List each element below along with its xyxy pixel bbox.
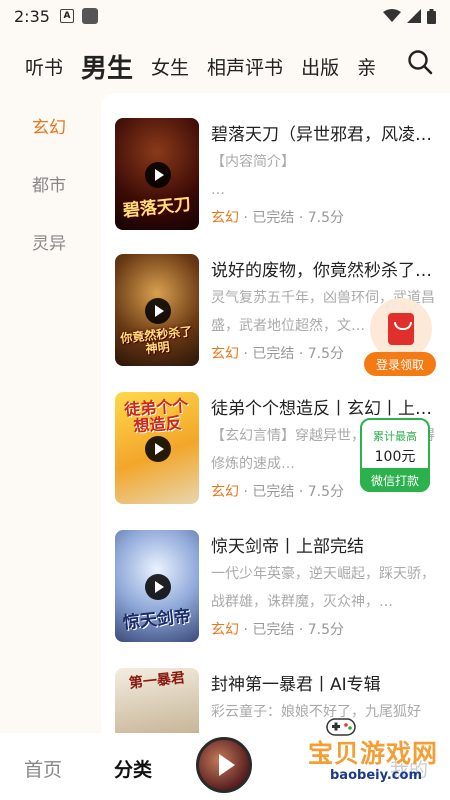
play-icon[interactable] [145, 162, 171, 188]
book-meta: 玄幻 · 已完结 · 7.5分 [211, 346, 344, 362]
play-icon[interactable] [145, 298, 171, 324]
book-category: 玄幻 [211, 210, 239, 226]
wechat-payout-badge[interactable]: 累计最高 100元 微信打款 [360, 418, 430, 492]
book-list[interactable]: 碧落天刀 碧落天刀（异世邪君，风凌… 【内容简介】 … 玄幻 · 已完结 · 7… [101, 93, 450, 733]
book-description: 【内容简介】 … [211, 154, 295, 198]
now-playing-button[interactable] [196, 737, 252, 793]
book-meta: 玄幻 · 已完结 · 7.5分 [211, 484, 344, 500]
book-cover[interactable]: 你竟然秒杀了神明 [115, 254, 199, 366]
status-bar: 2:35 A [0, 0, 450, 32]
category-sidebar: 玄幻 都市 灵异 [0, 96, 100, 270]
book-title: 说好的废物，你竟然秒杀了… [211, 261, 432, 281]
book-title: 碧落天刀（异世邪君，风凌… [211, 125, 432, 145]
tab-qin[interactable]: 亲 [357, 53, 376, 80]
book-cover[interactable]: 惊天剑帝 [115, 530, 199, 642]
book-category: 玄幻 [211, 346, 239, 362]
play-icon[interactable] [145, 574, 171, 600]
book-description: 彩云童子：娘娘不好了，九尾狐好 [211, 704, 421, 720]
watermark: 宝贝游戏网 baobeiy.com [296, 718, 450, 794]
book-score: 7.5分 [307, 622, 344, 638]
book-score: 7.5分 [307, 346, 344, 362]
battery-icon [427, 8, 436, 24]
book-cover[interactable]: 碧落天刀 [115, 118, 199, 230]
book-status: 已完结 [252, 484, 295, 500]
book-status: 已完结 [252, 622, 295, 638]
search-button[interactable] [404, 46, 436, 78]
book-cover[interactable]: 徒弟个个想造反 [115, 392, 199, 504]
login-reward-badge[interactable]: 登录领取 [364, 298, 436, 378]
wechat-payout-caption: 累计最高 [373, 430, 417, 443]
sidebar-item-xuanhuan[interactable]: 玄幻 [0, 96, 100, 154]
tab-chuban[interactable]: 出版 [301, 53, 339, 80]
play-icon[interactable] [145, 436, 171, 462]
wifi-icon [383, 9, 401, 22]
book-category: 玄幻 [211, 484, 239, 500]
list-item[interactable]: 第一暴君 封神第一暴君丨AI专辑 彩云童子：娘娘不好了，九尾狐好 [115, 668, 450, 733]
notification-a-icon: A [59, 9, 74, 23]
red-envelope-icon [370, 298, 432, 360]
signal-icon [407, 9, 421, 23]
wechat-payout-button: 微信打款 [360, 468, 430, 492]
tab-tingshu[interactable]: 听书 [25, 53, 63, 80]
tab-nvsheng[interactable]: 女生 [151, 53, 189, 80]
nav-category[interactable]: 分类 [114, 755, 152, 782]
notification-app-icon [81, 8, 98, 24]
list-item[interactable]: 碧落天刀 碧落天刀（异世邪君，风凌… 【内容简介】 … 玄幻 · 已完结 · 7… [115, 118, 450, 230]
book-title: 徒弟个个想造反丨玄幻丨上… [211, 399, 432, 419]
nav-home[interactable]: 首页 [24, 755, 62, 782]
list-item[interactable]: 惊天剑帝 惊天剑帝丨上部完结 一代少年英豪，逆天崛起，踩天骄，战群雄，诛群魔，灭… [115, 530, 450, 642]
sidebar-item-lingyi[interactable]: 灵异 [0, 212, 100, 270]
status-time: 2:35 [14, 6, 50, 26]
book-score: 7.5分 [307, 210, 344, 226]
book-status: 已完结 [252, 210, 295, 226]
wechat-payout-amount: 100元 [374, 449, 416, 465]
login-reward-label: 登录领取 [364, 352, 436, 376]
watermark-text: 宝贝游戏网 [308, 739, 439, 768]
book-title: 惊天剑帝丨上部完结 [211, 537, 364, 557]
book-meta: 玄幻 · 已完结 · 7.5分 [211, 622, 344, 638]
book-status: 已完结 [252, 346, 295, 362]
top-tabs: 听书 男生 女生 相声评书 出版 亲 [0, 40, 450, 92]
watermark-url: baobeiy.com [330, 768, 422, 783]
book-category: 玄幻 [211, 622, 239, 638]
sidebar-item-dushi[interactable]: 都市 [0, 154, 100, 212]
tab-nansheng[interactable]: 男生 [81, 48, 133, 85]
book-score: 7.5分 [307, 484, 344, 500]
tab-xiangsheng-pingshu[interactable]: 相声评书 [207, 53, 283, 80]
cover-title: 徒弟个个想造反 [123, 395, 189, 436]
search-icon [408, 50, 433, 75]
gamepad-icon [20, 713, 21, 714]
book-title: 封神第一暴君丨AI专辑 [211, 675, 381, 695]
book-meta: 玄幻 · 已完结 · 7.5分 [211, 210, 344, 226]
book-cover[interactable]: 第一暴君 [115, 668, 199, 733]
book-description: 一代少年英豪，逆天崛起，踩天骄，战群雄，诛群魔，灭众神，… [211, 566, 435, 610]
